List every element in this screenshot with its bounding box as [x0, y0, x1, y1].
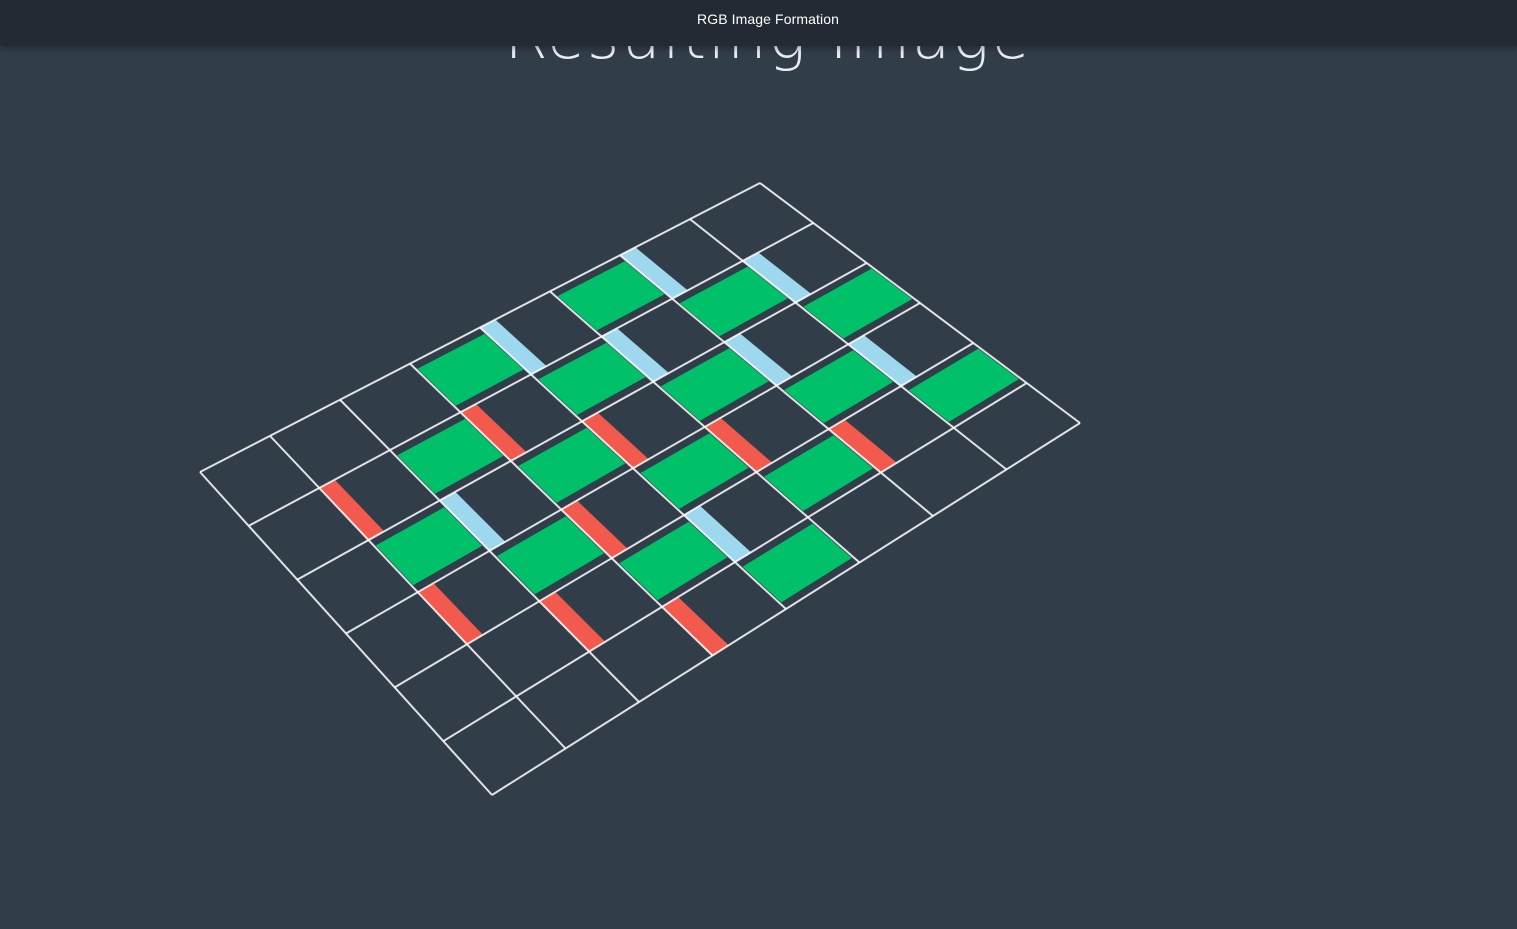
title-bar: RGB Image Formation	[0, 0, 1517, 46]
rgb-grid-diagram	[199, 182, 1081, 796]
cell-green-r2-c7	[803, 268, 913, 339]
cell-green-r5-c4	[742, 523, 852, 603]
cell-red-r1-c1	[319, 479, 385, 541]
cell-red-r3-c1	[417, 583, 483, 645]
cell-red-r4-c2	[539, 591, 606, 652]
window-title: RGB Image Formation	[697, 11, 839, 27]
cell-green-r4-c7	[908, 348, 1019, 422]
cell-red-r5-c3	[662, 597, 729, 656]
